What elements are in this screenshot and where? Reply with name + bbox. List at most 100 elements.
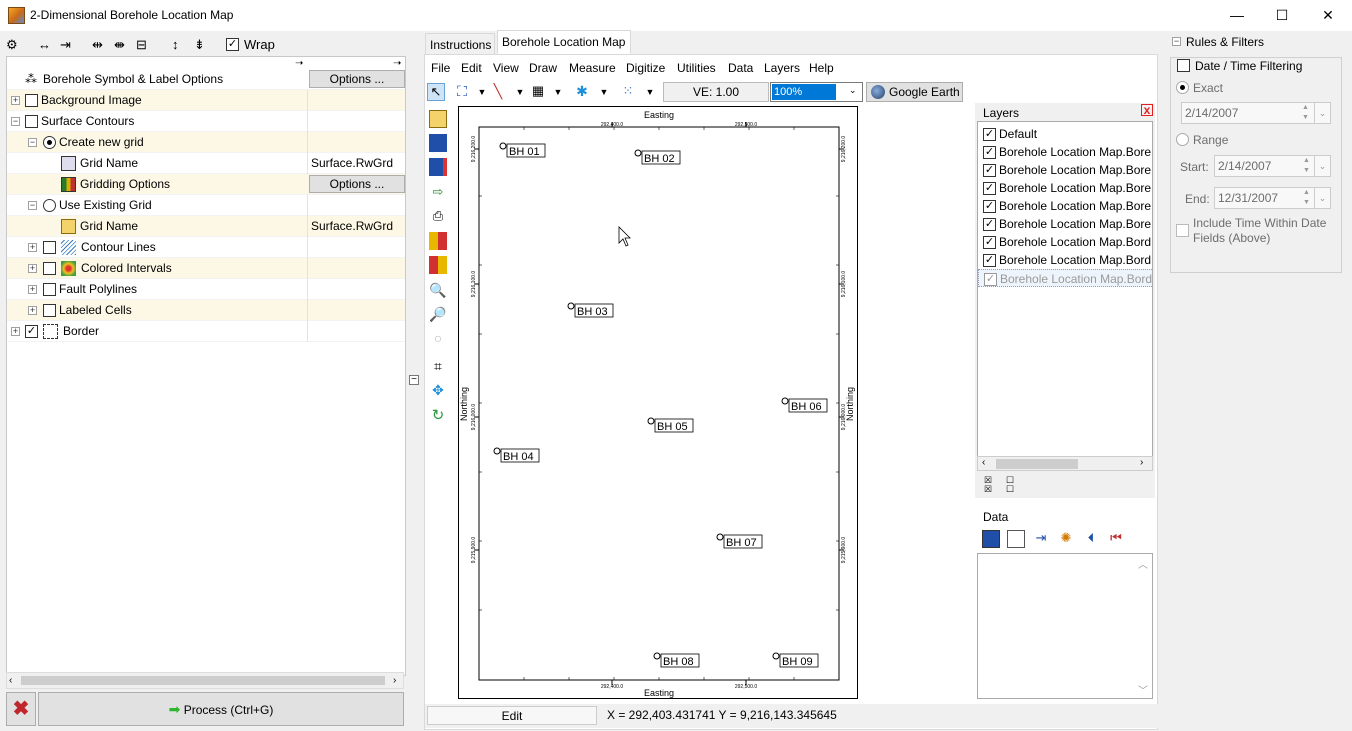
merge-columns-icon[interactable]: ⇼ <box>114 35 125 55</box>
collapse-icon[interactable]: − <box>28 201 37 210</box>
spinner-icon[interactable]: ▲ ▼ <box>1303 188 1310 208</box>
tab-instructions[interactable]: Instructions <box>425 33 495 55</box>
tree-horizontal-scrollbar[interactable]: ‹ › <box>6 672 404 689</box>
data-list[interactable]: ︿ ﹀ <box>977 553 1153 699</box>
close-icon[interactable]: x <box>1141 104 1153 116</box>
pan-icon[interactable]: ✥ <box>429 382 447 400</box>
scroll-down-icon[interactable]: ﹀ <box>1138 682 1148 697</box>
save-icon[interactable] <box>429 134 447 152</box>
settings-data-icon[interactable]: ✺ <box>1057 530 1075 548</box>
crop-icon[interactable]: ⌗ <box>429 358 447 376</box>
grid-name-value[interactable]: Surface.RwGrd <box>307 153 405 174</box>
previous-data-icon[interactable]: ⏴ <box>1082 530 1100 548</box>
collapse-icon[interactable]: − <box>11 117 20 126</box>
tab-borehole-location-map[interactable]: Borehole Location Map <box>497 30 631 54</box>
spinner-icon[interactable]: ▲ ▼ <box>1302 103 1309 123</box>
fault-polylines-checkbox[interactable] <box>43 283 56 296</box>
export-icon[interactable]: ⇨ <box>429 184 447 202</box>
gridding-options-button[interactable]: Options ... <box>309 175 405 193</box>
layer-checkbox[interactable]: ✓ <box>983 254 996 267</box>
dropdown-arrow-icon[interactable]: ▼ <box>595 83 613 101</box>
colored-intervals-checkbox[interactable] <box>43 262 56 275</box>
exact-radio[interactable] <box>1176 81 1189 94</box>
create-new-grid-radio[interactable] <box>43 136 56 149</box>
google-earth-button[interactable]: Google Earth <box>866 82 963 102</box>
borehole-marker[interactable]: BH 08 <box>653 652 700 668</box>
layers-horizontal-scrollbar[interactable]: ‹ › <box>977 456 1153 471</box>
use-existing-grid-radio[interactable] <box>43 199 56 212</box>
expand-icon[interactable]: + <box>11 327 20 336</box>
scroll-thumb[interactable] <box>21 676 385 685</box>
open-folder-icon[interactable] <box>429 110 447 128</box>
range-radio[interactable] <box>1176 133 1189 146</box>
borehole-marker[interactable]: BH 07 <box>716 533 763 549</box>
draw-line-icon[interactable]: ╲ <box>489 83 507 101</box>
split-columns-icon[interactable]: ⇹ <box>92 35 103 55</box>
existing-grid-name-value[interactable]: Surface.RwGrd <box>307 216 405 237</box>
layer-item-selected[interactable]: ✓ Borehole Location Map.Bord <box>978 269 1152 287</box>
borehole-marker[interactable]: BH 03 <box>567 302 614 318</box>
map-canvas[interactable]: 292,400.0 292,400.0 292,500.0 292,500.0 9,21… <box>458 106 858 699</box>
exact-date-field[interactable]: 2/14/2007 ▲ ▼ ⌄ <box>1181 102 1331 124</box>
select-pointer-icon[interactable]: ↖ <box>427 83 445 101</box>
dropdown-arrow-icon[interactable]: ▼ <box>511 83 529 101</box>
import-data-icon[interactable]: ⇥ <box>1032 530 1050 548</box>
rewind-data-icon[interactable]: ⏮ <box>1107 530 1125 548</box>
include-time-checkbox[interactable] <box>1176 224 1189 237</box>
borehole-marker[interactable]: BH 05 <box>647 417 694 433</box>
expand-icon[interactable]: + <box>28 264 37 273</box>
grid-tool-icon[interactable]: ▦ <box>529 83 547 101</box>
borehole-marker[interactable]: BH 01 <box>499 142 546 158</box>
zoom-extent-icon[interactable]: ○ <box>429 330 447 348</box>
cancel-button[interactable]: ✖ <box>6 692 36 726</box>
refresh-icon[interactable]: ↻ <box>429 406 447 424</box>
layer-item[interactable]: ✓ Borehole Location Map.Bore <box>978 215 1152 233</box>
layer-checkbox[interactable]: ✓ <box>983 146 996 159</box>
menu-utilities[interactable]: Utilities <box>677 58 716 78</box>
wrap-checkbox[interactable]: ✓ <box>226 38 239 51</box>
select-region-icon[interactable]: ⛶ <box>453 83 471 101</box>
layer-item[interactable]: ✓ Borehole Location Map.Bore <box>978 179 1152 197</box>
expand-icon[interactable]: + <box>28 243 37 252</box>
scroll-left-icon[interactable]: ‹ <box>9 675 12 686</box>
chevron-down-icon[interactable]: ⌄ <box>1314 156 1330 176</box>
scroll-left-icon[interactable]: ‹ <box>982 457 985 468</box>
layer-checkbox[interactable]: ✓ <box>983 182 996 195</box>
spinner-icon[interactable]: ▲ ▼ <box>1303 156 1310 176</box>
pin-icon[interactable]: ➝ <box>393 58 401 69</box>
dropdown-arrow-icon[interactable]: ▼ <box>641 83 659 101</box>
menu-edit[interactable]: Edit <box>461 58 482 78</box>
close-button[interactable]: ✕ <box>1305 0 1351 31</box>
contour-lines-checkbox[interactable] <box>43 241 56 254</box>
scroll-right-icon[interactable]: › <box>393 675 396 686</box>
print-icon[interactable]: ⎙ <box>429 208 447 226</box>
layer-checkbox[interactable]: ✓ <box>983 164 996 177</box>
expand-width-icon[interactable]: ↔ <box>38 35 51 55</box>
process-button[interactable]: ➡ Process (Ctrl+G) <box>38 692 404 726</box>
uncheck-all-icon[interactable]: ☐ ☐ <box>1006 476 1014 494</box>
borehole-marker[interactable]: BH 06 <box>781 397 828 413</box>
menu-view[interactable]: View <box>493 58 519 78</box>
scroll-up-icon[interactable]: ︿ <box>1138 556 1148 571</box>
zoom-in-icon[interactable]: 🔍 <box>429 282 447 300</box>
layer-item[interactable]: ✓ Borehole Location Map.Bore <box>978 197 1152 215</box>
layer-item[interactable]: ✓ Default <box>978 125 1152 143</box>
check-all-icon[interactable]: ☒ ☒ <box>984 476 992 494</box>
labeled-cells-checkbox[interactable] <box>43 304 56 317</box>
background-image-checkbox[interactable] <box>25 94 38 107</box>
new-data-icon[interactable] <box>1007 530 1025 548</box>
shrink-width-icon[interactable]: ⇥ <box>60 35 71 55</box>
zoom-out-icon[interactable]: 🔎 <box>429 306 447 324</box>
layer-checkbox[interactable]: ✓ <box>983 236 996 249</box>
layer-item[interactable]: ✓ Borehole Location Map.Bore <box>978 161 1152 179</box>
start-date-field[interactable]: 2/14/2007 ▲ ▼ ⌄ <box>1214 155 1331 177</box>
border-checkbox[interactable]: ✓ <box>25 325 38 338</box>
globe-tool-icon[interactable]: ✱ <box>573 83 591 101</box>
layer-checkbox[interactable]: ✓ <box>983 128 996 141</box>
collapse-icon[interactable]: − <box>28 138 37 147</box>
fit-columns-icon[interactable]: ⊟ <box>136 35 147 55</box>
scroll-thumb[interactable] <box>996 459 1078 469</box>
menu-data[interactable]: Data <box>728 58 753 78</box>
collapse-height-icon[interactable]: ⇟ <box>194 35 205 55</box>
layer-checkbox[interactable]: ✓ <box>983 200 996 213</box>
